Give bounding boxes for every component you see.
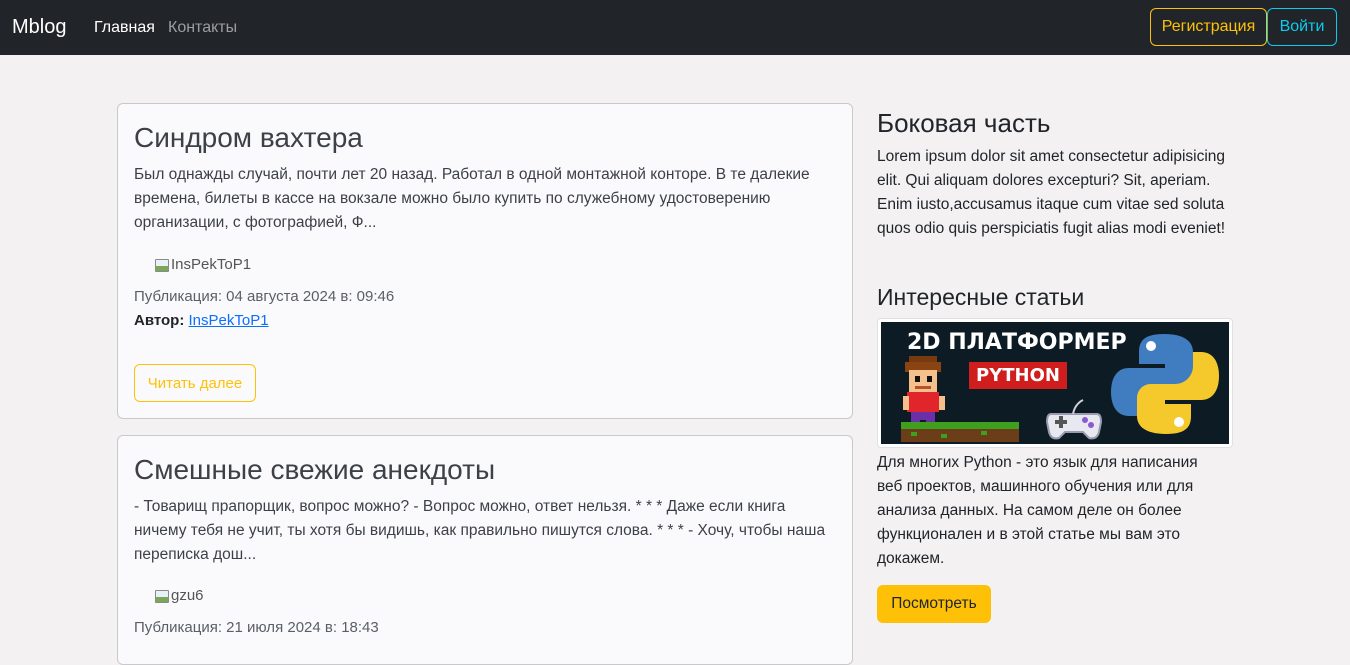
author-avatar: gzu6 bbox=[154, 586, 204, 606]
author-line: Автор: InsPekToP1 bbox=[134, 310, 269, 332]
python-logo-icon bbox=[1111, 334, 1219, 434]
post-excerpt: - Товарищ прапорщик, вопрос можно? - Воп… bbox=[134, 498, 826, 563]
login-button[interactable]: Войти bbox=[1267, 8, 1337, 46]
featured-article-thumbnail[interactable]: 2D ПЛАТФОРМЕР PYTHON bbox=[877, 318, 1233, 448]
post-card: Синдром вахтера Был однажды случай, почт… bbox=[117, 103, 853, 419]
publish-date: Публикация: 21 июля 2024 в: 18:43 bbox=[134, 619, 379, 636]
thumbnail-badge: PYTHON bbox=[969, 362, 1067, 389]
top-navbar: Mblog Главная Контакты Регистрация Войти bbox=[0, 0, 1350, 55]
nav-link-home[interactable]: Главная bbox=[94, 17, 155, 39]
platform-icon bbox=[901, 422, 1019, 442]
broken-image-icon bbox=[154, 588, 170, 604]
author-avatar-alt: gzu6 bbox=[171, 587, 204, 604]
featured-articles-title: Интересные статьи bbox=[877, 284, 1085, 310]
nav-link-contacts[interactable]: Контакты bbox=[168, 17, 237, 39]
broken-image-icon bbox=[154, 257, 170, 273]
post-title[interactable]: Смешные свежие анекдоты bbox=[134, 453, 495, 487]
view-button[interactable]: Посмотреть bbox=[877, 585, 991, 623]
post-excerpt: Был однажды случай, почти лет 20 назад. … bbox=[134, 166, 810, 231]
author-link[interactable]: InsPekToP1 bbox=[189, 312, 269, 329]
author-label: Автор: bbox=[134, 312, 185, 329]
gamepad-icon bbox=[1045, 399, 1103, 440]
post-title[interactable]: Синдром вахтера bbox=[134, 121, 363, 155]
sidebar-text: Lorem ipsum dolor sit amet consectetur a… bbox=[877, 148, 1226, 237]
publish-date: Публикация: 04 августа 2024 в: 09:46 bbox=[134, 288, 395, 305]
post-card: Смешные свежие анекдоты - Товарищ прапор… bbox=[117, 435, 853, 665]
thumbnail-canvas: 2D ПЛАТФОРМЕР PYTHON bbox=[881, 322, 1229, 444]
register-button[interactable]: Регистрация bbox=[1150, 8, 1267, 46]
author-avatar: InsPekToP1 bbox=[154, 255, 251, 275]
featured-article-text: Для многих Python - это язык для написан… bbox=[877, 454, 1198, 567]
thumbnail-headline: 2D ПЛАТФОРМЕР bbox=[907, 330, 1127, 355]
read-more-button[interactable]: Читать далее bbox=[134, 364, 256, 402]
brand-logo[interactable]: Mblog bbox=[12, 14, 66, 40]
sidebar-title: Боковая часть bbox=[877, 108, 1051, 138]
author-avatar-alt: InsPekToP1 bbox=[171, 256, 252, 273]
